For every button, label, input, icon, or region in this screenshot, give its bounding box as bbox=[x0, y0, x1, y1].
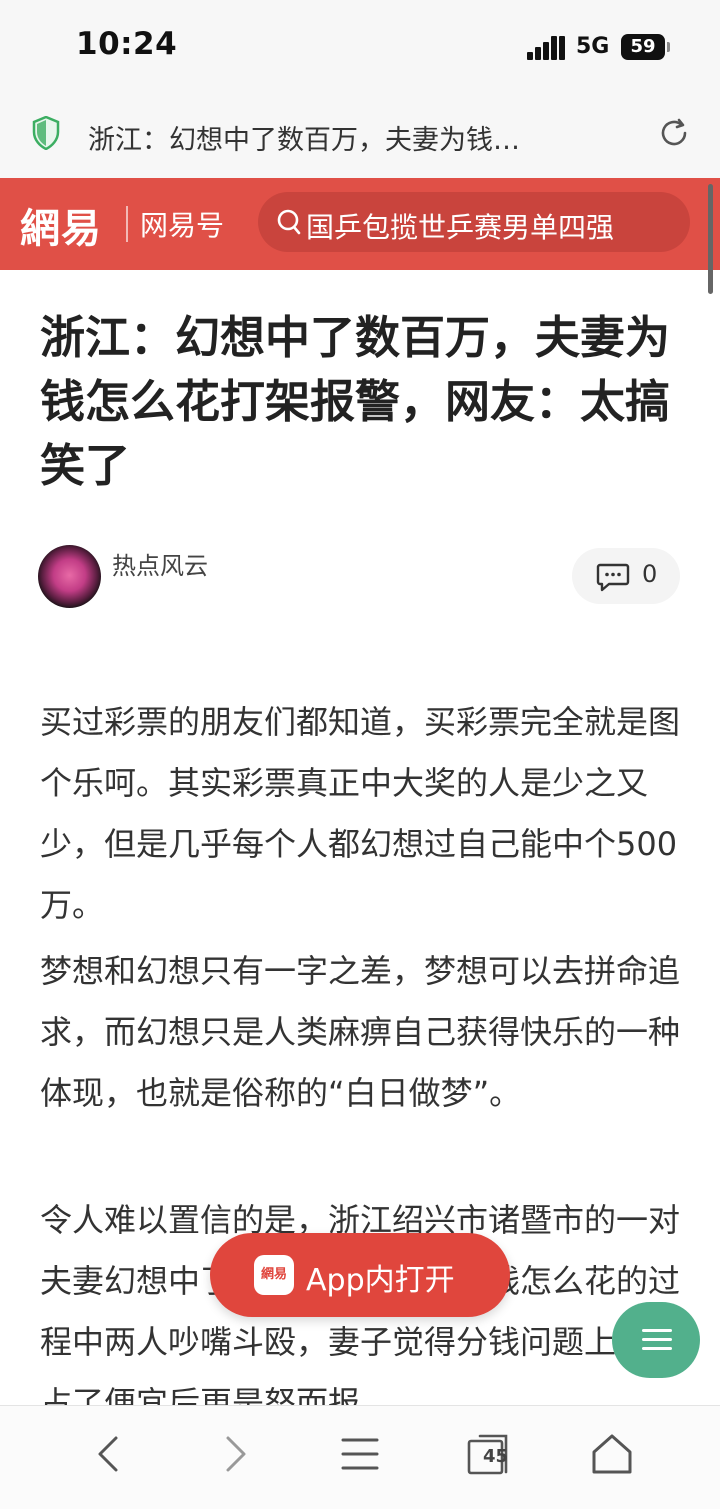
battery-icon: 59 bbox=[621, 34, 670, 60]
header-divider bbox=[126, 206, 128, 242]
search-box[interactable]: 国乒包揽世乒赛男单四强 bbox=[258, 192, 690, 252]
article-paragraph: 梦想和幻想只有一字之差，梦想可以去拼命追求，而幻想只是人类麻痹自己获得快乐的一种… bbox=[40, 952, 681, 1112]
author-avatar[interactable] bbox=[38, 545, 101, 608]
network-label: 5G bbox=[576, 34, 610, 59]
author-name[interactable]: 热点风云 bbox=[112, 546, 208, 581]
refresh-icon[interactable] bbox=[657, 116, 691, 150]
shield-icon bbox=[32, 116, 60, 150]
signal-icon bbox=[527, 36, 565, 60]
site-header: 網易 网易号 国乒包揽世乒赛男单四强 bbox=[0, 178, 720, 270]
status-bar: 10:24 5G 59 bbox=[0, 0, 720, 96]
netease-logo[interactable]: 網易 bbox=[20, 196, 102, 254]
tabs-count: 45 bbox=[483, 1446, 509, 1467]
comment-button[interactable]: 0 bbox=[572, 548, 680, 604]
search-icon bbox=[277, 209, 301, 235]
url-bar[interactable]: 浙江：幻想中了数百万，夫妻为钱… bbox=[0, 96, 720, 178]
battery-level: 59 bbox=[630, 36, 656, 57]
open-in-app-label: App内打开 bbox=[306, 1263, 455, 1298]
tabs-button[interactable]: 45 bbox=[466, 1432, 510, 1476]
status-time: 10:24 bbox=[76, 26, 178, 62]
article-title: 浙江：幻想中了数百万，夫妻为钱怎么花打架报警，网友：太搞笑了 bbox=[40, 311, 671, 492]
comment-count: 0 bbox=[642, 560, 658, 588]
channel-label[interactable]: 网易号 bbox=[140, 204, 224, 244]
url-text[interactable]: 浙江：幻想中了数百万，夫妻为钱… bbox=[88, 118, 520, 157]
search-text: 国乒包揽世乒赛男单四强 bbox=[306, 211, 615, 244]
scrollbar-thumb[interactable] bbox=[708, 184, 713, 294]
forward-icon[interactable] bbox=[212, 1432, 256, 1476]
back-icon[interactable] bbox=[88, 1432, 132, 1476]
app-logo-icon: 網易 bbox=[254, 1255, 294, 1295]
article-paragraph: 买过彩票的朋友们都知道，买彩票完全就是图个乐呵。其实彩票真正中大奖的人是少之又少… bbox=[40, 703, 681, 924]
home-icon[interactable] bbox=[590, 1432, 634, 1476]
browser-bottom-bar: 45 bbox=[0, 1405, 720, 1509]
comment-icon bbox=[596, 563, 630, 592]
open-in-app-button[interactable]: 網易 App内打开 bbox=[210, 1233, 510, 1317]
menu-icon[interactable] bbox=[338, 1432, 382, 1476]
menu-fab-button[interactable] bbox=[612, 1302, 700, 1378]
